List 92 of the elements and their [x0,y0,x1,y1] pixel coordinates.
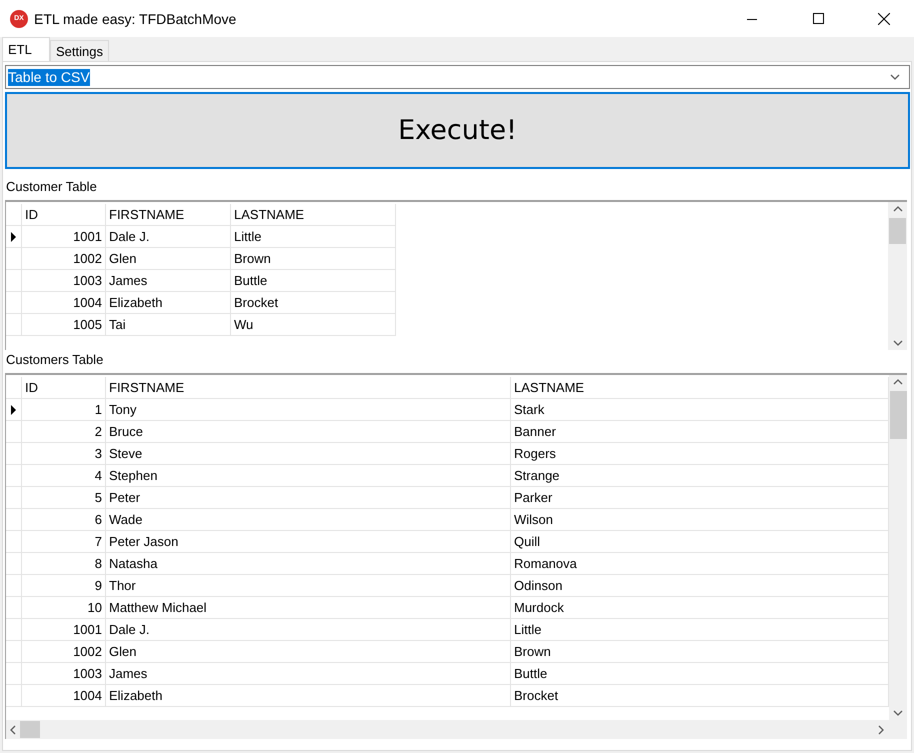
table-cell: 5 [22,487,106,509]
header-corner [6,377,22,399]
table-cell: Tony [106,399,511,421]
table-cell: 1004 [22,685,106,707]
tab[interactable]: Settings [50,40,109,61]
table-cell: Wu [231,314,396,336]
tab[interactable]: ETL [2,37,50,61]
table-cell: 9 [22,575,106,597]
table-cell: Buttle [511,663,889,685]
table-cell: Strange [511,465,889,487]
grid-label: Customer Table [5,178,97,196]
current-row-icon [11,404,16,414]
table-cell: 1003 [22,270,106,292]
table-cell: Wilson [511,509,889,531]
table-cell: Dale J. [106,619,511,641]
table-cell: Matthew Michael [106,597,511,619]
mode-dropdown[interactable]: Table to CSV [5,65,910,89]
table-cell: 1001 [22,619,106,641]
vertical-scrollbar[interactable] [888,202,907,350]
scroll-right-icon[interactable] [877,724,885,734]
table-cell: Parker [511,487,889,509]
scroll-down-icon[interactable] [892,339,902,347]
table-cell: Little [511,619,889,641]
table-cell: James [106,663,511,685]
column-header[interactable]: LASTNAME [231,204,396,226]
table-cell: Brocket [231,292,396,314]
vertical-scrollbar[interactable] [889,375,907,720]
table-cell: Little [231,226,396,248]
scroll-thumb[interactable] [889,218,906,244]
table-cell: Tai [106,314,231,336]
table-cell: Buttle [231,270,396,292]
table-cell: Thor [106,575,511,597]
close-icon [878,12,890,24]
table-cell: 1004 [22,292,106,314]
table-cell: Steve [106,443,511,465]
row-indicator[interactable] [6,399,22,421]
table-cell: Bruce [106,421,511,443]
scroll-down-icon[interactable] [893,709,903,717]
column-header[interactable]: ID [22,204,106,226]
table-cell: Elizabeth [106,685,511,707]
table-cell: 2 [22,421,106,443]
current-row-icon [11,232,16,242]
dropdown-caret-icon[interactable] [890,73,900,81]
column-header[interactable]: FIRSTNAME [106,204,231,226]
scroll-up-icon[interactable] [892,205,902,213]
table-cell: 7 [22,531,106,553]
scroll-thumb[interactable] [20,721,40,738]
column-header[interactable]: FIRSTNAME [106,377,511,399]
scroll-left-icon[interactable] [9,724,17,734]
table-cell: Elizabeth [106,292,231,314]
table-cell: Stephen [106,465,511,487]
table-cell: Peter [106,487,511,509]
table-cell: Brocket [511,685,889,707]
column-header[interactable]: ID [22,377,106,399]
table-cell: Brown [231,248,396,270]
window-title: ETL made easy: TFDBatchMove [34,10,238,26]
column-header[interactable]: LASTNAME [511,377,889,399]
table-cell: James [106,270,231,292]
data-grid[interactable]: ID FIRSTNAME LASTNAME 1001 Dale J. Little 1002 Glen Brown 1003 James Buttle 1004 Elizabeth Brocket 1005 Tai Wu [5,200,907,350]
table-cell: 6 [22,509,106,531]
row-indicator[interactable] [6,226,22,248]
grid-label: Customers Table [5,351,104,369]
scroll-up-icon[interactable] [893,378,903,386]
maximize-icon [812,13,824,24]
table-cell: 10 [22,597,106,619]
table-cell: 1003 [22,663,106,685]
table-cell: Murdock [511,597,889,619]
header-corner [6,204,22,226]
table-cell: Glen [106,248,231,270]
execute-button[interactable]: Execute! [5,92,910,169]
table-cell: Stark [511,399,889,421]
table-cell: Quill [511,531,889,553]
table-cell: 1002 [22,248,106,270]
table-cell: Brown [511,641,889,663]
table-cell: 1 [22,399,106,421]
table-cell: 1002 [22,641,106,663]
table-cell: Dale J. [106,226,231,248]
table-cell: Peter Jason [106,531,511,553]
horizontal-scrollbar[interactable] [6,720,907,739]
table-cell: 4 [22,465,106,487]
table-cell: Banner [511,421,889,443]
table-cell: 1005 [22,314,106,336]
table-cell: Rogers [511,443,889,465]
table-cell: Glen [106,641,511,663]
table-cell: Romanova [511,553,889,575]
table-cell: 8 [22,553,106,575]
table-cell: 3 [22,443,106,465]
table-cell: 1001 [22,226,106,248]
table-cell: Wade [106,509,511,531]
table-cell: Odinson [511,575,889,597]
scroll-thumb[interactable] [890,391,906,439]
table-cell: Natasha [106,553,511,575]
